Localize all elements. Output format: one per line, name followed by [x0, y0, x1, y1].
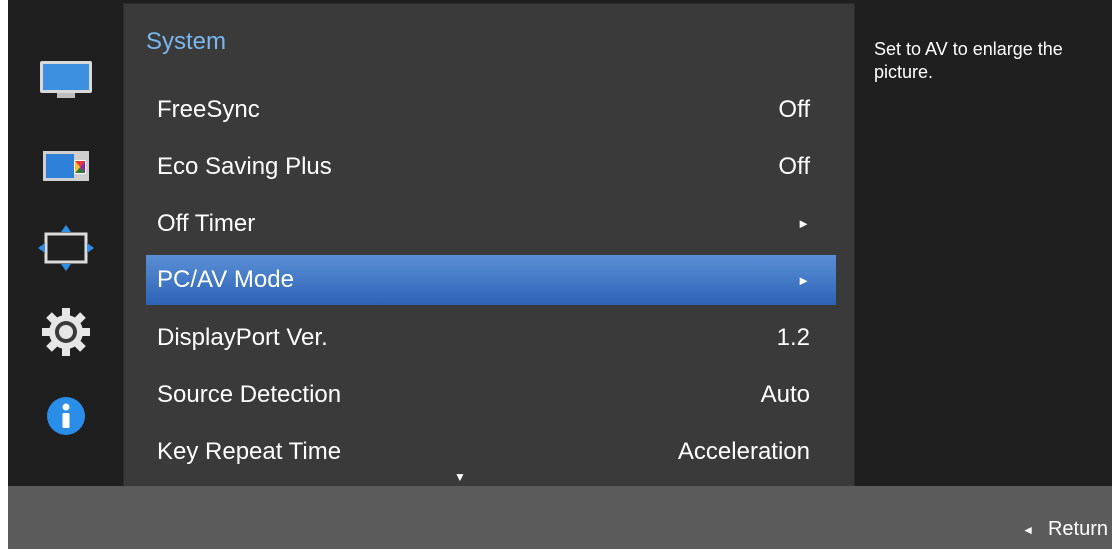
submenu-arrow-icon: ►	[797, 272, 810, 288]
menu-item-eco-saving-plus[interactable]: Eco Saving Plus Off	[146, 138, 836, 195]
left-arrow-icon: ◄	[1022, 522, 1034, 537]
size-position-icon[interactable]	[34, 224, 98, 272]
menu-item-value: 1.2	[776, 323, 810, 351]
menu-item-off-timer[interactable]: Off Timer ►	[146, 195, 836, 252]
bottom-bar: ◄ Return	[8, 486, 1112, 549]
system-menu-panel: System FreeSync Off Eco Saving Plus Off …	[124, 4, 854, 494]
menu-item-label: Eco Saving Plus	[157, 152, 332, 180]
menu-item-label: DisplayPort Ver.	[157, 323, 328, 351]
menu-item-freesync[interactable]: FreeSync Off	[146, 81, 836, 138]
menu-item-label: FreeSync	[157, 95, 260, 123]
menu-item-source-detection[interactable]: Source Detection Auto	[146, 366, 836, 423]
menu-item-value: Auto	[760, 380, 810, 408]
return-button[interactable]: ◄ Return	[1022, 518, 1108, 541]
menu-item-pc-av-mode[interactable]: PC/AV Mode ►	[146, 255, 836, 305]
system-settings-icon[interactable]	[34, 308, 98, 356]
menu-item-label: PC/AV Mode	[157, 266, 294, 293]
help-text: Set to AV to enlarge the picture.	[874, 39, 1063, 82]
menu-item-label: Source Detection	[157, 380, 342, 408]
menu-item-displayport-ver[interactable]: DisplayPort Ver. 1.2	[146, 309, 836, 366]
menu-item-key-repeat-time[interactable]: Key Repeat Time Acceleration	[146, 423, 836, 480]
menu-list: FreeSync Off Eco Saving Plus Off Off Tim…	[146, 81, 836, 480]
category-sidebar	[8, 0, 124, 486]
menu-item-label: Key Repeat Time	[157, 437, 342, 465]
return-label: Return	[1047, 518, 1108, 540]
menu-item-value: Off	[778, 152, 810, 180]
menu-item-label: Off Timer	[157, 209, 256, 237]
menu-item-value: Acceleration	[677, 437, 810, 465]
submenu-arrow-icon: ►	[797, 216, 810, 231]
scroll-down-icon[interactable]: ▼	[454, 470, 466, 484]
menu-item-value: Off	[778, 95, 810, 123]
picture-icon[interactable]	[34, 56, 98, 104]
menu-title: System	[146, 28, 227, 55]
osd-menu: System FreeSync Off Eco Saving Plus Off …	[8, 0, 1112, 549]
color-icon[interactable]	[34, 140, 98, 188]
information-icon[interactable]	[34, 392, 98, 440]
